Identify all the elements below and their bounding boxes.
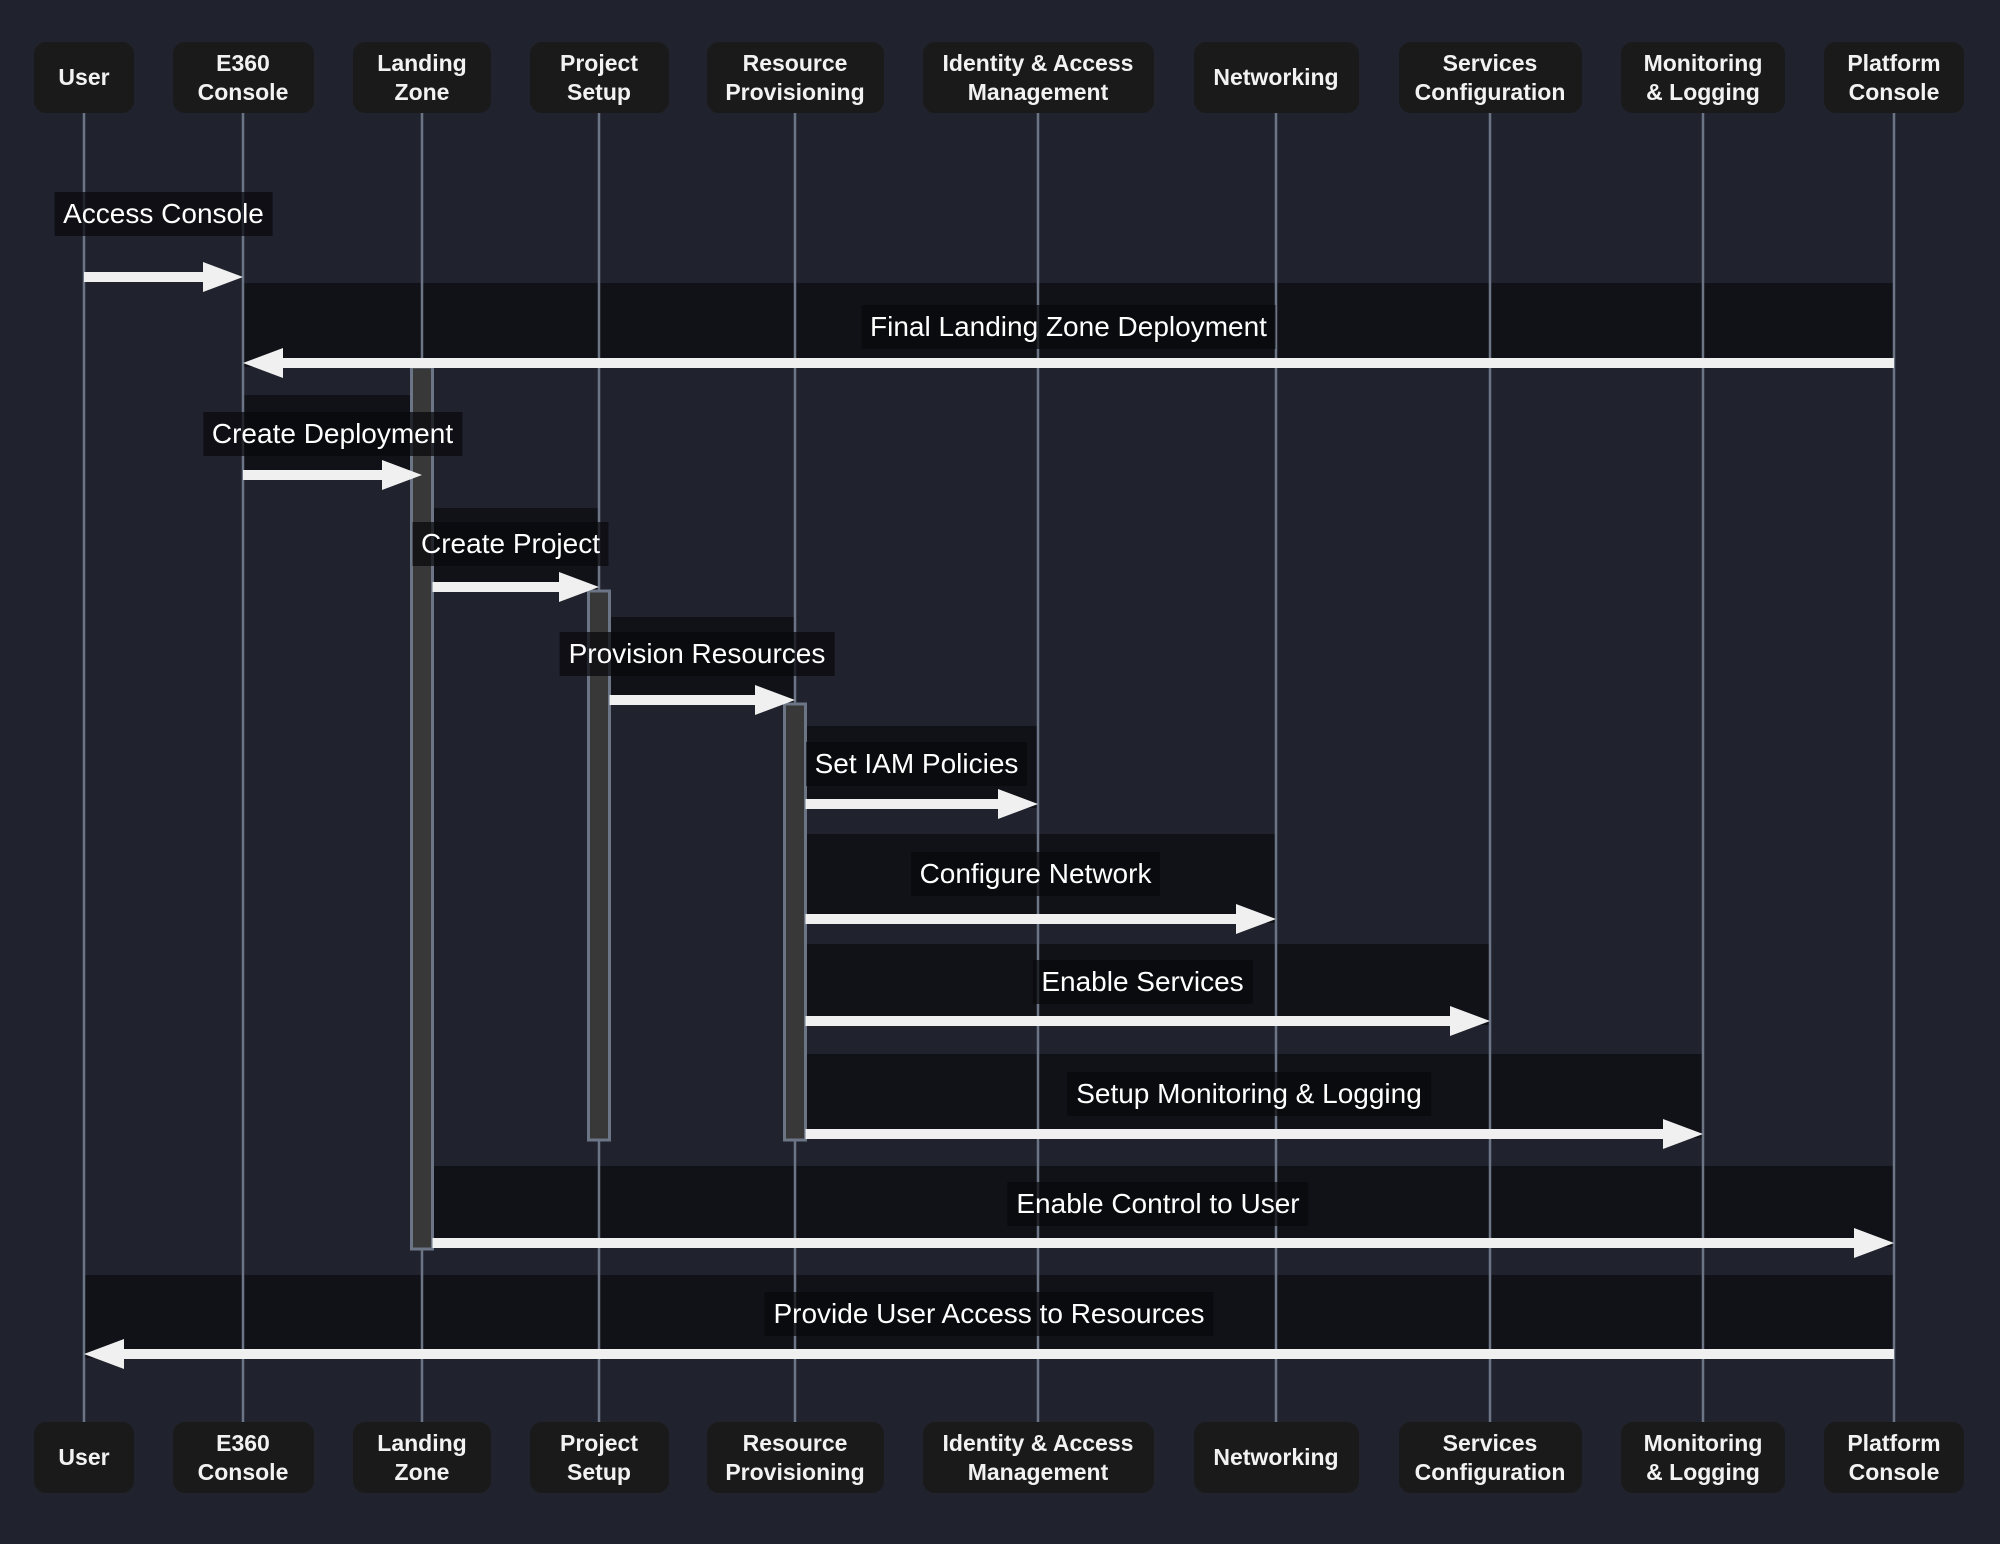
bottom-participant-iam: Identity & Access Management bbox=[922, 1422, 1154, 1493]
top-participant-monitoring: Monitoring & Logging bbox=[1621, 42, 1785, 113]
activation-bar-resource bbox=[783, 702, 807, 1142]
bottom-participant-services: Services Configuration bbox=[1398, 1422, 1582, 1493]
message-label: Enable Control to User bbox=[1007, 1182, 1309, 1226]
top-participant-resource: Resource Provisioning bbox=[706, 42, 884, 113]
message-label: Set IAM Policies bbox=[805, 742, 1028, 786]
message-label: Create Deployment bbox=[202, 412, 463, 456]
bottom-participant-platform: Platform Console bbox=[1824, 1422, 1964, 1493]
top-participant-e360: E360 Console bbox=[172, 42, 314, 113]
bottom-participant-resource: Resource Provisioning bbox=[706, 1422, 884, 1493]
message-arrow bbox=[84, 262, 243, 292]
top-participant-user: User bbox=[34, 42, 134, 113]
top-participant-platform: Platform Console bbox=[1824, 42, 1964, 113]
message-label: Create Project bbox=[412, 522, 609, 566]
arrow-head bbox=[203, 262, 243, 292]
message-label: Final Landing Zone Deployment bbox=[861, 305, 1276, 349]
bottom-participant-project: Project Setup bbox=[529, 1422, 669, 1493]
message-label: Setup Monitoring & Logging bbox=[1067, 1072, 1431, 1116]
activation-bar-landing bbox=[410, 365, 434, 1251]
bottom-participant-e360: E360 Console bbox=[172, 1422, 314, 1493]
message-label: Enable Services bbox=[1032, 960, 1253, 1004]
top-participant-networking: Networking bbox=[1193, 42, 1359, 113]
top-participant-services: Services Configuration bbox=[1398, 42, 1582, 113]
message-label: Configure Network bbox=[910, 852, 1161, 896]
top-participant-project: Project Setup bbox=[529, 42, 669, 113]
bottom-participant-monitoring: Monitoring & Logging bbox=[1621, 1422, 1785, 1493]
bottom-participant-networking: Networking bbox=[1193, 1422, 1359, 1493]
sequence-diagram: User E360 Console Landing Zone Project Setu… bbox=[0, 0, 2000, 1544]
top-participant-landing: Landing Zone bbox=[353, 42, 491, 113]
bottom-participant-landing: Landing Zone bbox=[353, 1422, 491, 1493]
message-label: Provide User Access to Resources bbox=[764, 1292, 1214, 1336]
bottom-participant-user: User bbox=[34, 1422, 134, 1493]
message-label: Access Console bbox=[54, 192, 273, 236]
top-participant-iam: Identity & Access Management bbox=[922, 42, 1154, 113]
message-label: Provision Resources bbox=[559, 632, 835, 676]
